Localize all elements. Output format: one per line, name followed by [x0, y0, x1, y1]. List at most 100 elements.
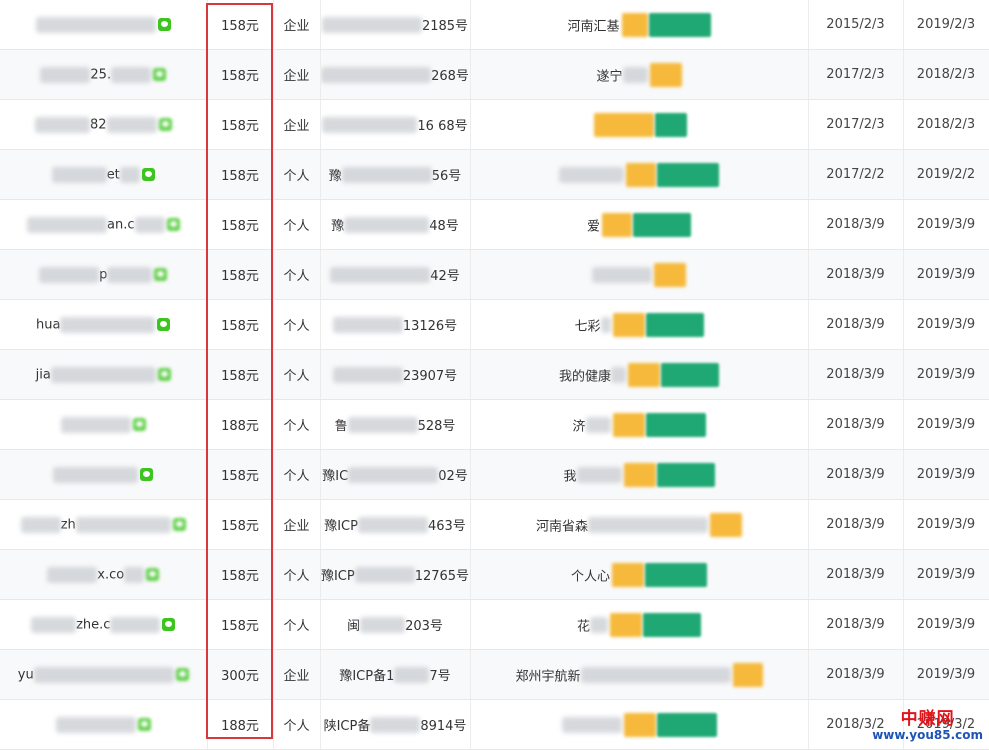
record-type-cell: 个人 [273, 249, 321, 300]
obscured-text [50, 366, 156, 383]
site-name-cell [470, 149, 809, 200]
icp-prefix: 豫IC [322, 469, 349, 484]
site-name-cell: 七彩 [470, 299, 809, 350]
expiry-date-cell: 2019/2/3 [903, 0, 989, 50]
icp-number-cell: 268号 [320, 49, 471, 100]
orange-tag [610, 612, 642, 637]
expiry-date-cell: 2019/3/9 [903, 199, 989, 250]
wechat-icon [175, 668, 189, 681]
price-cell: 158元 [207, 449, 274, 500]
site-name-cell: 遂宁 [470, 49, 809, 100]
registered-date-cell: 2018/3/9 [808, 649, 904, 700]
orange-tag [623, 462, 656, 487]
obscured-text [622, 66, 648, 83]
price-cell: 158元 [207, 299, 274, 350]
domain-listing-table: 158元 企业 2185号 河南汇基 2015/2/3 2019/2/3 25. 158元 企业… [0, 0, 989, 750]
wechat-icon [153, 68, 167, 81]
green-tag [657, 162, 719, 187]
obscured-text [34, 116, 90, 133]
site-name-fragment: 河南省森 [535, 519, 588, 534]
table-row: zhe.c 158元 个人 闽 203号 花 2018/3/9 2019/3/9 [0, 599, 989, 650]
icp-prefix: 豫 [331, 219, 345, 234]
icp-suffix: 13126号 [402, 319, 458, 334]
obscured-text [344, 216, 430, 233]
site-name-cell [470, 249, 809, 300]
site-name-fragment: 个人心 [570, 569, 610, 584]
obscured-text [110, 616, 161, 633]
orange-tag [654, 262, 686, 287]
orange-tag [593, 112, 654, 137]
record-type-cell: 个人 [273, 599, 321, 650]
icp-number-cell: 13126号 [320, 299, 471, 350]
orange-tag [710, 512, 742, 537]
price-cell: 158元 [207, 0, 274, 50]
icp-number-cell: 鲁 528号 [320, 399, 471, 450]
domain-cell [0, 399, 208, 450]
wechat-icon [157, 368, 171, 381]
table-row: 25. 158元 企业 268号 遂宁 2017/2/3 2018/2/3 [0, 49, 989, 100]
obscured-text [134, 216, 165, 233]
registered-date-cell: 2018/3/9 [808, 549, 904, 600]
expiry-date-cell: 2019/3/9 [903, 399, 989, 450]
icp-prefix: 陕ICP备 [323, 719, 371, 734]
record-type-cell: 个人 [273, 199, 321, 250]
orange-tag [612, 312, 645, 337]
table-row: yu 300元 企业 豫ICP备1 7号 郑州宇航新 2018/3/9 2019/3/9 [0, 649, 989, 700]
icp-number-cell: 豫ICP 463号 [320, 499, 471, 550]
green-tag [645, 562, 707, 587]
table-row: zh 158元 企业 豫ICP 463号 河南省森 2018/3/9 2019/3/9 [0, 499, 989, 550]
green-tag [656, 712, 717, 737]
expiry-date-cell: 2019/3/9 [903, 499, 989, 550]
obscured-text [51, 166, 107, 183]
orange-tag [602, 212, 632, 237]
icp-suffix: 2185号 [421, 19, 469, 34]
price-cell: 188元 [207, 699, 274, 750]
domain-fragment: jia [35, 367, 51, 382]
wechat-icon [157, 18, 171, 31]
site-name-fragment: 花 [576, 619, 590, 634]
icp-number-cell: 豫 48号 [320, 199, 471, 250]
registered-date-cell: 2017/2/3 [808, 99, 904, 150]
registered-date-cell: 2018/3/9 [808, 249, 904, 300]
orange-tag [623, 712, 656, 737]
obscured-text [576, 466, 622, 483]
domain-fragment: 82 [89, 117, 107, 132]
table-row: 188元 个人鲁 528号 济 2018/3/9 2019/3/9 [0, 399, 989, 450]
green-tag [643, 612, 701, 637]
registered-date-cell: 2018/3/9 [808, 199, 904, 250]
registered-date-cell: 2018/3/9 [808, 299, 904, 350]
obscured-text [20, 516, 61, 533]
price-cell: 188元 [207, 399, 274, 450]
icp-prefix: 鲁 [334, 419, 348, 434]
obscured-text [600, 316, 611, 333]
domain-cell: zh [0, 499, 208, 550]
expiry-date-cell: 2019/3/9 [903, 649, 989, 700]
icp-suffix: 268号 [431, 69, 469, 84]
domain-fragment: 25. [90, 67, 112, 82]
watermark-brand: 中赚网 [900, 709, 955, 729]
expiry-date-cell: 2019/3/9 [903, 249, 989, 300]
record-type-cell: 个人 [273, 349, 321, 400]
record-type-cell: 企业 [273, 49, 321, 100]
record-type-cell: 个人 [273, 399, 321, 450]
domain-cell [0, 699, 208, 750]
site-name-cell: 郑州宇航新 [470, 649, 809, 700]
expiry-date-cell: 2018/2/3 [903, 49, 989, 100]
icp-suffix: 528号 [417, 419, 456, 434]
price-cell: 158元 [207, 99, 274, 150]
price-cell: 158元 [207, 249, 274, 300]
obscured-text [332, 366, 403, 383]
orange-tag [612, 412, 645, 437]
table-row: hua 158元 个人 13126号 七彩 2018/3/9 2019/3/9 [0, 299, 989, 350]
green-tag [633, 212, 691, 237]
site-name-cell [470, 699, 809, 750]
record-type-cell: 企业 [273, 0, 321, 50]
wechat-icon [172, 518, 186, 531]
table-row: 82 158元 企业 16 68号 2017/2/3 2018/2/3 [0, 99, 989, 150]
green-tag [645, 412, 706, 437]
domain-cell: 82 [0, 99, 208, 150]
table-row: an.c 158元 个人豫 48号 爱 2018/3/9 2019/3/9 [0, 199, 989, 250]
icp-suffix: 7号 [429, 669, 451, 684]
expiry-date-cell: 2019/3/9 [903, 349, 989, 400]
obscured-text [360, 616, 406, 633]
